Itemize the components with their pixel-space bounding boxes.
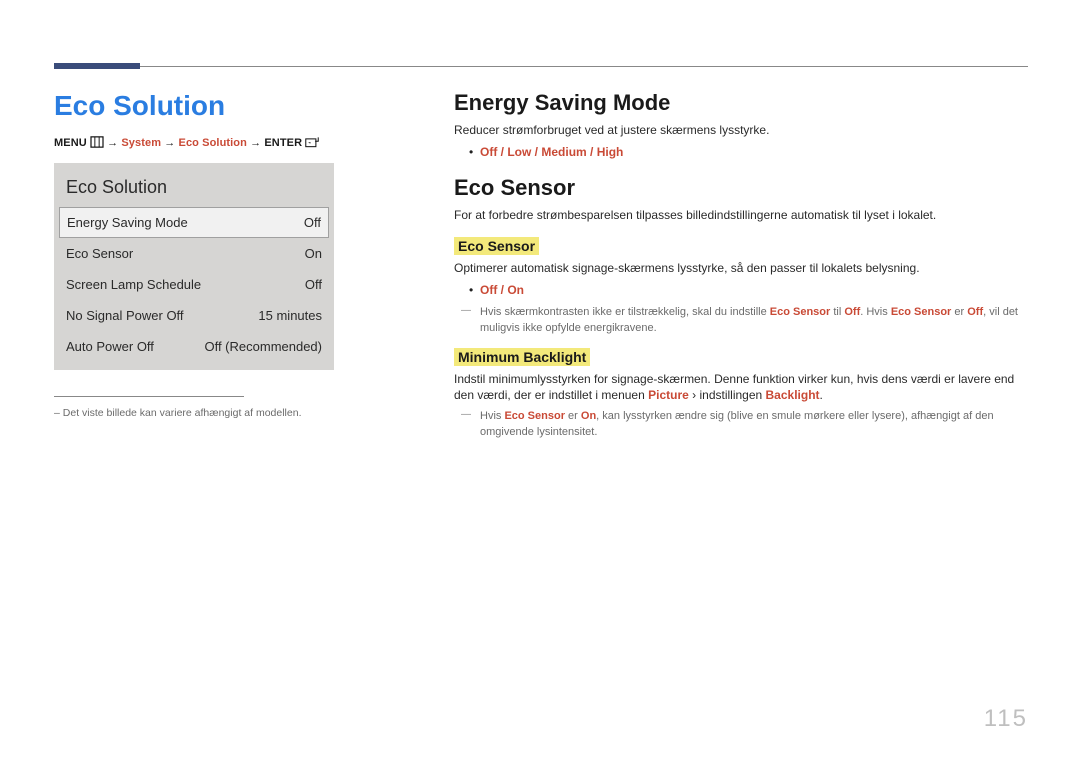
top-rule-accent	[54, 63, 140, 69]
enter-icon	[305, 136, 319, 148]
sub-eco-sensor-options: Off / On	[454, 282, 1028, 299]
menu-grid-icon	[90, 136, 104, 148]
content-columns: Eco Solution MENU → System → Eco Solutio…	[54, 90, 1028, 444]
osd-row-value: On	[305, 246, 322, 261]
osd-row-value: Off	[304, 215, 321, 230]
eco-sensor-note: Hvis skærmkontrasten ikke er tilstrækkel…	[454, 305, 1028, 336]
sub-eco-sensor-desc: Optimerer automatisk signage-skærmens ly…	[454, 260, 1028, 276]
osd-row-value: 15 minutes	[258, 308, 322, 323]
t: til	[830, 306, 844, 318]
option-off: Off	[480, 283, 497, 297]
heading-eco-sensor: Eco Sensor	[454, 175, 1028, 201]
footnote: – Det viste billede kan variere afhængig…	[54, 407, 414, 419]
enter-label: ENTER	[264, 137, 302, 149]
option-high: High	[597, 145, 624, 159]
eco-sensor-term: Eco Sensor	[891, 306, 952, 318]
osd-row-auto-power-off[interactable]: Auto Power Off Off (Recommended)	[54, 331, 334, 362]
t: er	[951, 306, 967, 318]
breadcrumb-eco: Eco Solution	[179, 137, 247, 149]
min-backlight-desc: Indstil minimumlysstyrken for signage-sk…	[454, 371, 1028, 403]
t: .	[820, 388, 823, 402]
left-column: Eco Solution MENU → System → Eco Solutio…	[54, 90, 414, 444]
manual-page: Eco Solution MENU → System → Eco Solutio…	[0, 0, 1080, 763]
off-term: Off	[844, 306, 860, 318]
menu-label: MENU	[54, 137, 87, 149]
off-term: Off	[967, 306, 983, 318]
eco-sensor-term: Eco Sensor	[504, 410, 565, 422]
osd-row-label: No Signal Power Off	[66, 308, 184, 323]
heading-energy-saving-mode: Energy Saving Mode	[454, 90, 1028, 116]
eco-sensor-desc: For at forbedre strømbesparelsen tilpass…	[454, 207, 1028, 223]
section-title: Eco Solution	[54, 90, 414, 122]
min-backlight-note: Hvis Eco Sensor er On, kan lysstyrken æn…	[454, 409, 1028, 440]
option-low: Low	[507, 145, 531, 159]
right-column: Energy Saving Mode Reducer strømforbruge…	[414, 90, 1028, 444]
energy-saving-desc: Reducer strømforbruget ved at justere sk…	[454, 122, 1028, 138]
arrow-icon: →	[107, 137, 118, 149]
option-sep: /	[531, 145, 541, 159]
option-line: Off / On	[480, 282, 1028, 299]
option-sep: /	[587, 145, 597, 159]
on-term: On	[581, 410, 596, 422]
osd-row-no-signal[interactable]: No Signal Power Off 15 minutes	[54, 300, 334, 331]
t: indstillingen	[696, 388, 765, 402]
breadcrumb-system: System	[121, 137, 161, 149]
t: er	[565, 410, 581, 422]
option-line: Off / Low / Medium / High	[480, 144, 1028, 161]
osd-row-energy-saving-mode[interactable]: Energy Saving Mode Off	[59, 207, 329, 238]
osd-title: Eco Solution	[54, 171, 334, 207]
page-number: 115	[984, 705, 1028, 733]
osd-row-value: Off (Recommended)	[204, 339, 322, 354]
footnote-text: Det viste billede kan variere afhængigt …	[63, 407, 302, 419]
osd-row-label: Eco Sensor	[66, 246, 133, 261]
footnote-divider	[54, 396, 244, 397]
note-line: Hvis Eco Sensor er On, kan lysstyrken æn…	[480, 409, 1028, 440]
osd-row-label: Energy Saving Mode	[67, 215, 188, 230]
osd-row-screen-lamp[interactable]: Screen Lamp Schedule Off	[54, 269, 334, 300]
option-on: On	[507, 283, 524, 297]
arrow-icon: →	[164, 137, 175, 149]
energy-saving-options: Off / Low / Medium / High	[454, 144, 1028, 161]
option-off: Off	[480, 145, 497, 159]
picture-term: Picture	[648, 388, 689, 402]
note-line: Hvis skærmkontrasten ikke er tilstrækkel…	[480, 305, 1028, 336]
osd-row-eco-sensor[interactable]: Eco Sensor On	[54, 238, 334, 269]
top-rule	[54, 66, 1028, 67]
eco-sensor-term: Eco Sensor	[770, 306, 831, 318]
t: Hvis skærmkontrasten ikke er tilstrækkel…	[480, 306, 770, 318]
subheading-eco-sensor: Eco Sensor	[454, 237, 539, 255]
subheading-minimum-backlight: Minimum Backlight	[454, 348, 590, 366]
osd-row-label: Auto Power Off	[66, 339, 154, 354]
arrow-icon: →	[250, 137, 261, 149]
option-sep: /	[497, 283, 507, 297]
option-sep: /	[497, 145, 507, 159]
osd-panel: Eco Solution Energy Saving Mode Off Eco …	[54, 163, 334, 370]
t: Hvis	[480, 410, 504, 422]
menu-path: MENU → System → Eco Solution → ENTER	[54, 136, 414, 149]
osd-row-value: Off	[305, 277, 322, 292]
t: . Hvis	[860, 306, 891, 318]
footnote-dash: –	[54, 407, 60, 419]
backlight-term: Backlight	[766, 388, 820, 402]
osd-row-label: Screen Lamp Schedule	[66, 277, 201, 292]
option-medium: Medium	[541, 145, 586, 159]
